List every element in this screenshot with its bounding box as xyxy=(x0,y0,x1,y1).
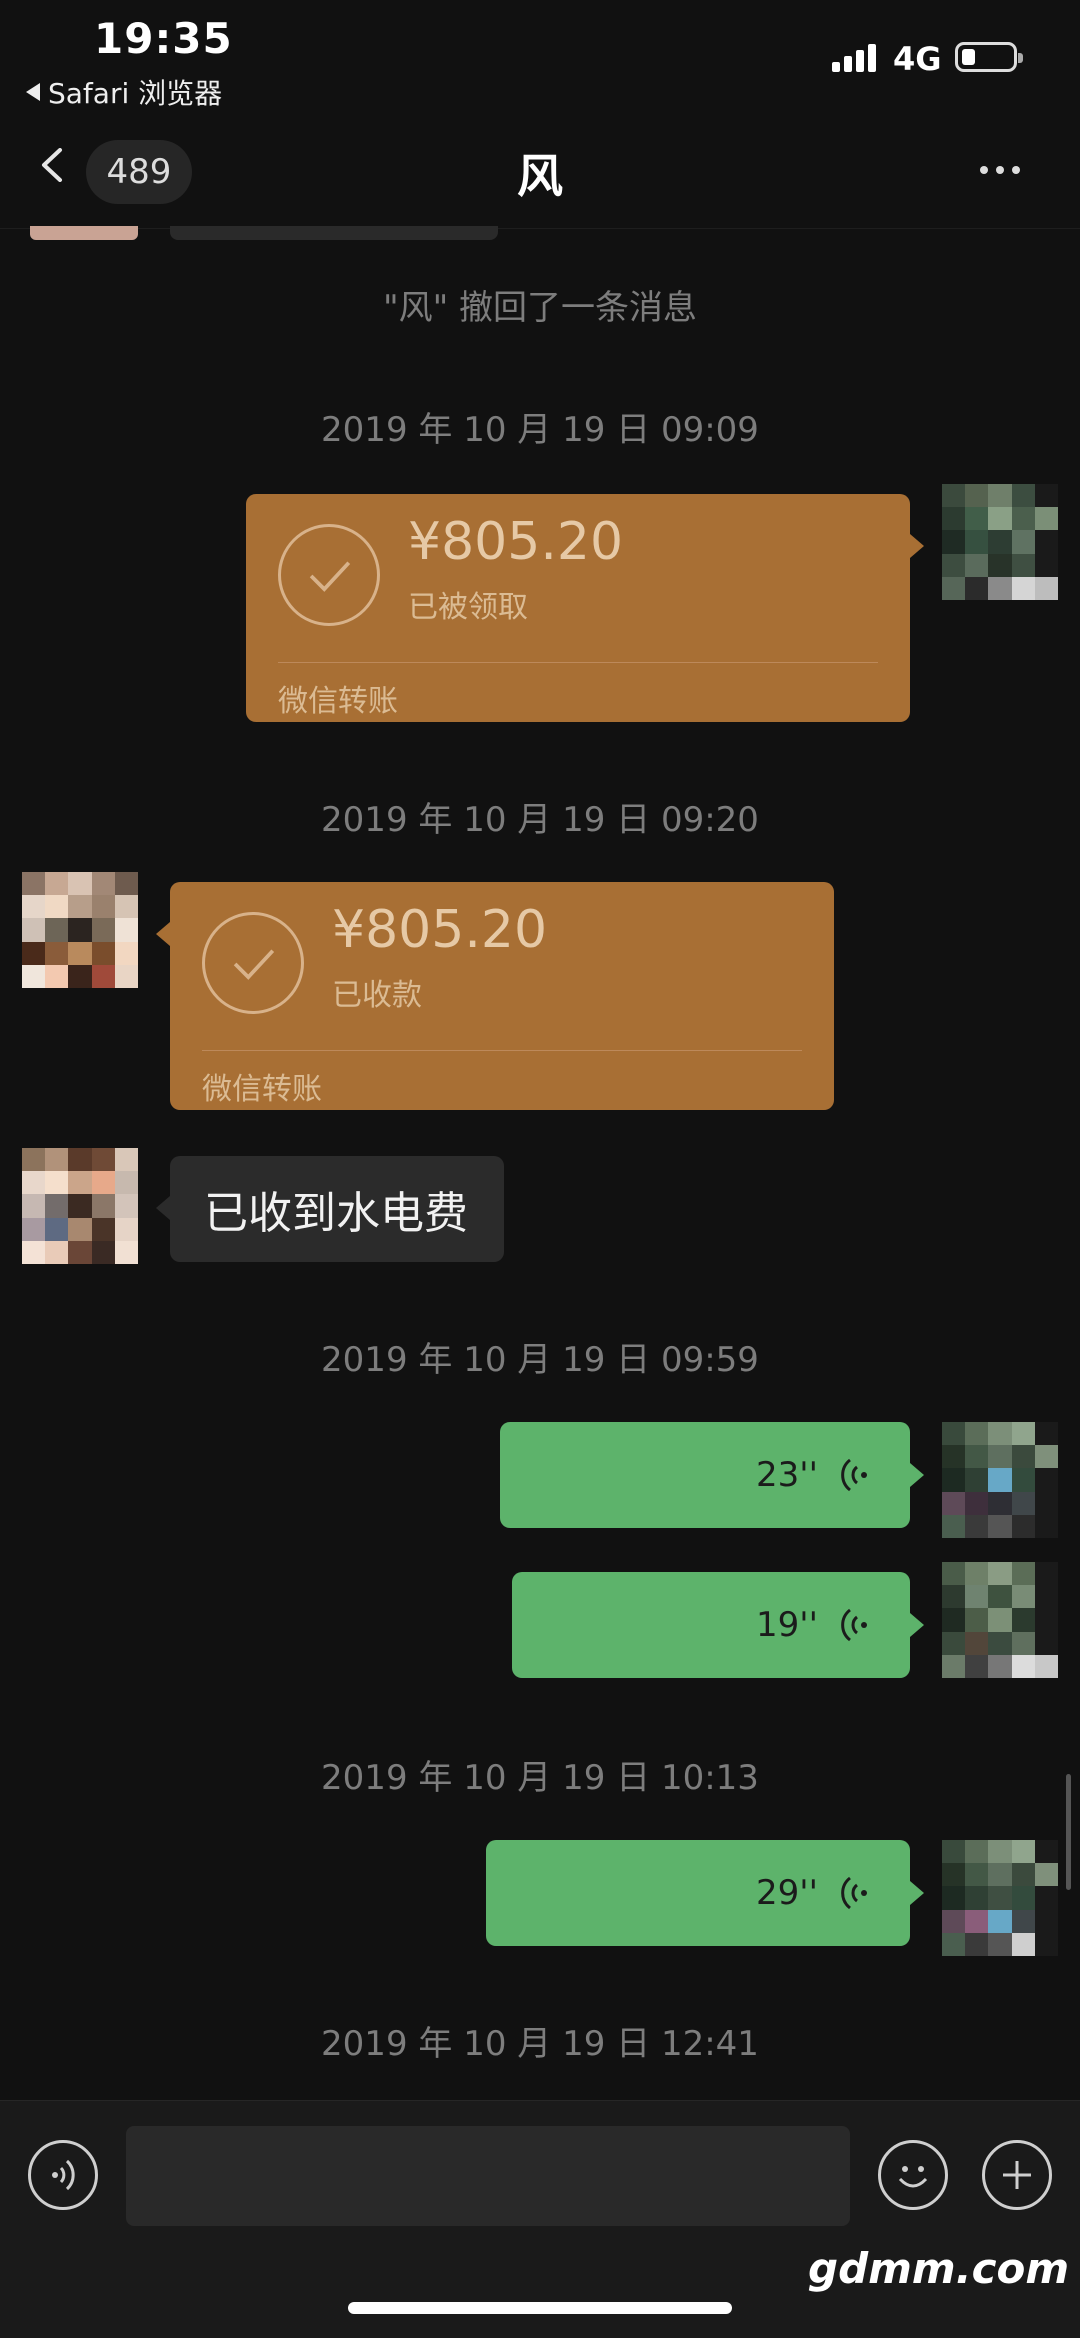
my-avatar[interactable] xyxy=(942,1422,1058,1538)
voice-message-bubble[interactable]: 19'' xyxy=(512,1572,910,1678)
nav-divider xyxy=(0,228,1080,229)
transfer-received-card[interactable]: ¥805.20 已收款 微信转账 xyxy=(170,882,834,1110)
voice-wave-icon xyxy=(52,2159,75,2191)
bubble-tail xyxy=(910,1881,924,1905)
back-to-safari-link[interactable]: Safari 浏览器 xyxy=(26,72,222,112)
bubble-tail xyxy=(156,1196,170,1220)
voice-input-button[interactable] xyxy=(28,2140,98,2210)
contact-avatar[interactable] xyxy=(22,872,138,988)
voice-message-bubble[interactable]: 23'' xyxy=(500,1422,910,1528)
more-functions-button[interactable] xyxy=(982,2140,1052,2210)
message-input[interactable] xyxy=(126,2126,850,2226)
battery-icon xyxy=(955,42,1023,72)
contact-avatar[interactable] xyxy=(22,1148,138,1264)
my-avatar[interactable] xyxy=(942,1840,1058,1956)
transfer-amount: ¥805.20 xyxy=(332,900,548,960)
chat-title: 风 xyxy=(517,149,563,203)
timestamp: 2019 年 10 月 19 日 09:59 xyxy=(321,1340,759,1380)
voice-duration: 19'' xyxy=(756,1605,818,1645)
my-avatar[interactable] xyxy=(942,1562,1058,1678)
voice-duration: 29'' xyxy=(756,1873,818,1913)
watermark: gdmm.com xyxy=(808,2244,1070,2293)
scroll-indicator[interactable] xyxy=(1066,1774,1071,1890)
more-options-icon[interactable] xyxy=(980,166,1020,174)
transfer-status: 已收款 xyxy=(332,978,422,1013)
text-message-bubble[interactable]: 已收到水电费 xyxy=(170,1156,504,1262)
timestamp: 2019 年 10 月 19 日 09:20 xyxy=(321,800,759,840)
voice-message-bubble[interactable]: 29'' xyxy=(486,1840,910,1946)
timestamp: 2019 年 10 月 19 日 12:41 xyxy=(321,2024,759,2064)
plus-icon xyxy=(1003,2161,1031,2189)
transfer-amount: ¥805.20 xyxy=(408,512,624,572)
smiley-icon xyxy=(898,2166,928,2188)
transfer-footer: 微信转账 xyxy=(202,1072,322,1107)
recall-notice: "风" 撤回了一条消息 xyxy=(382,288,698,328)
back-app-label: Safari 浏览器 xyxy=(48,77,223,110)
partial-avatar xyxy=(30,226,138,240)
timestamp: 2019 年 10 月 19 日 10:13 xyxy=(321,1758,759,1798)
home-indicator[interactable] xyxy=(348,2302,732,2314)
bubble-tail xyxy=(156,922,170,946)
voice-wave-icon xyxy=(841,1608,867,1642)
emoji-button[interactable] xyxy=(878,2140,948,2210)
timestamp: 2019 年 10 月 19 日 09:09 xyxy=(321,410,759,450)
transfer-sent-card[interactable]: ¥805.20 已被领取 微信转账 xyxy=(246,494,910,722)
status-time: 19:35 xyxy=(94,14,233,63)
voice-duration: 23'' xyxy=(756,1455,818,1495)
signal-icon xyxy=(832,42,878,72)
bubble-tail xyxy=(910,1613,924,1637)
transfer-status: 已被领取 xyxy=(408,590,528,625)
check-circle-icon xyxy=(202,912,304,1014)
partial-bubble xyxy=(170,226,498,240)
network-type: 4G xyxy=(893,40,942,78)
bubble-tail xyxy=(910,534,924,558)
bubble-tail xyxy=(910,1463,924,1487)
transfer-footer: 微信转账 xyxy=(278,684,398,719)
divider xyxy=(278,662,878,663)
voice-wave-icon xyxy=(841,1458,867,1492)
back-triangle-icon xyxy=(26,83,40,101)
divider xyxy=(202,1050,802,1051)
check-circle-icon xyxy=(278,524,380,626)
voice-wave-icon xyxy=(841,1876,867,1910)
my-avatar[interactable] xyxy=(942,484,1058,600)
